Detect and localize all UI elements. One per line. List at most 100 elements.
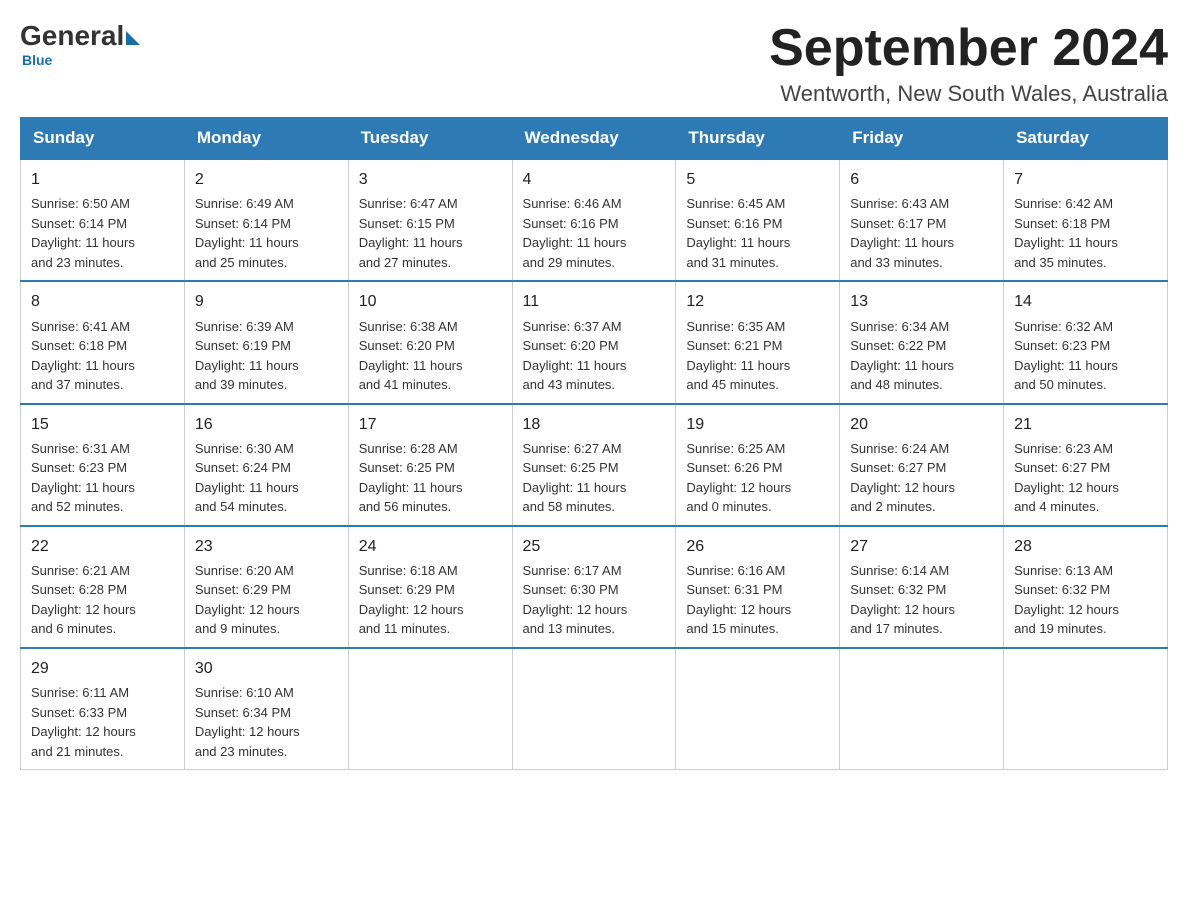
calendar-cell: 6 Sunrise: 6:43 AMSunset: 6:17 PMDaylight… xyxy=(840,159,1004,281)
calendar-cell: 20 Sunrise: 6:24 AMSunset: 6:27 PMDayligh… xyxy=(840,404,1004,526)
day-info: Sunrise: 6:24 AMSunset: 6:27 PMDaylight:… xyxy=(850,439,993,517)
day-info: Sunrise: 6:16 AMSunset: 6:31 PMDaylight:… xyxy=(686,561,829,639)
calendar-cell: 7 Sunrise: 6:42 AMSunset: 6:18 PMDaylight… xyxy=(1004,159,1168,281)
week-row-2: 8 Sunrise: 6:41 AMSunset: 6:18 PMDaylight… xyxy=(21,281,1168,403)
logo-blue-text: Blue xyxy=(22,52,52,68)
day-number: 17 xyxy=(359,413,502,436)
week-row-3: 15Sunrise: 6:31 AMSunset: 6:23 PMDayligh… xyxy=(21,404,1168,526)
calendar-header-sunday: Sunday xyxy=(21,118,185,160)
calendar-cell xyxy=(1004,648,1168,770)
calendar-cell: 17 Sunrise: 6:28 AMSunset: 6:25 PMDayligh… xyxy=(348,404,512,526)
week-row-5: 29 Sunrise: 6:11 AMSunset: 6:33 PMDayligh… xyxy=(21,648,1168,770)
day-number: 27 xyxy=(850,535,993,558)
day-info: Sunrise: 6:28 AMSunset: 6:25 PMDaylight:… xyxy=(359,439,502,517)
day-info: Sunrise: 6:27 AMSunset: 6:25 PMDaylight:… xyxy=(523,439,666,517)
calendar-cell: 14 Sunrise: 6:32 AMSunset: 6:23 PMDayligh… xyxy=(1004,281,1168,403)
calendar-cell: 23 Sunrise: 6:20 AMSunset: 6:29 PMDayligh… xyxy=(184,526,348,648)
calendar-header-row: SundayMondayTuesdayWednesdayThursdayFrid… xyxy=(21,118,1168,160)
calendar-cell: 13 Sunrise: 6:34 AMSunset: 6:22 PMDayligh… xyxy=(840,281,1004,403)
day-info: Sunrise: 6:13 AMSunset: 6:32 PMDaylight:… xyxy=(1014,561,1157,639)
day-number: 19 xyxy=(686,413,829,436)
calendar-cell xyxy=(676,648,840,770)
calendar-cell xyxy=(840,648,1004,770)
day-info: Sunrise: 6:10 AMSunset: 6:34 PMDaylight:… xyxy=(195,683,338,761)
calendar-cell: 3Sunrise: 6:47 AMSunset: 6:15 PMDaylight… xyxy=(348,159,512,281)
calendar-cell: 2Sunrise: 6:49 AMSunset: 6:14 PMDaylight… xyxy=(184,159,348,281)
calendar-cell: 4 Sunrise: 6:46 AMSunset: 6:16 PMDaylight… xyxy=(512,159,676,281)
day-number: 13 xyxy=(850,290,993,313)
day-number: 26 xyxy=(686,535,829,558)
day-info: Sunrise: 6:42 AMSunset: 6:18 PMDaylight:… xyxy=(1014,194,1157,272)
day-info: Sunrise: 6:46 AMSunset: 6:16 PMDaylight:… xyxy=(523,194,666,272)
day-number: 9 xyxy=(195,290,338,313)
calendar-cell: 11Sunrise: 6:37 AMSunset: 6:20 PMDayligh… xyxy=(512,281,676,403)
calendar-cell: 27 Sunrise: 6:14 AMSunset: 6:32 PMDayligh… xyxy=(840,526,1004,648)
day-number: 11 xyxy=(523,290,666,313)
day-number: 10 xyxy=(359,290,502,313)
calendar-cell: 30 Sunrise: 6:10 AMSunset: 6:34 PMDayligh… xyxy=(184,648,348,770)
logo: General Blue xyxy=(20,20,140,68)
location-title: Wentworth, New South Wales, Australia xyxy=(769,81,1168,107)
day-info: Sunrise: 6:47 AMSunset: 6:15 PMDaylight:… xyxy=(359,194,502,272)
calendar-header-tuesday: Tuesday xyxy=(348,118,512,160)
calendar-cell: 29 Sunrise: 6:11 AMSunset: 6:33 PMDayligh… xyxy=(21,648,185,770)
day-number: 18 xyxy=(523,413,666,436)
day-number: 25 xyxy=(523,535,666,558)
day-info: Sunrise: 6:17 AMSunset: 6:30 PMDaylight:… xyxy=(523,561,666,639)
calendar-cell: 22 Sunrise: 6:21 AMSunset: 6:28 PMDayligh… xyxy=(21,526,185,648)
day-info: Sunrise: 6:49 AMSunset: 6:14 PMDaylight:… xyxy=(195,194,338,272)
calendar-cell: 10 Sunrise: 6:38 AMSunset: 6:20 PMDayligh… xyxy=(348,281,512,403)
calendar-header-friday: Friday xyxy=(840,118,1004,160)
day-info: Sunrise: 6:23 AMSunset: 6:27 PMDaylight:… xyxy=(1014,439,1157,517)
calendar-cell: 16Sunrise: 6:30 AMSunset: 6:24 PMDayligh… xyxy=(184,404,348,526)
calendar-cell: 24Sunrise: 6:18 AMSunset: 6:29 PMDayligh… xyxy=(348,526,512,648)
day-number: 1 xyxy=(31,168,174,191)
calendar-header-monday: Monday xyxy=(184,118,348,160)
day-number: 30 xyxy=(195,657,338,680)
calendar-header-thursday: Thursday xyxy=(676,118,840,160)
day-info: Sunrise: 6:39 AMSunset: 6:19 PMDaylight:… xyxy=(195,317,338,395)
calendar-cell: 5Sunrise: 6:45 AMSunset: 6:16 PMDaylight… xyxy=(676,159,840,281)
day-info: Sunrise: 6:34 AMSunset: 6:22 PMDaylight:… xyxy=(850,317,993,395)
day-info: Sunrise: 6:21 AMSunset: 6:28 PMDaylight:… xyxy=(31,561,174,639)
day-info: Sunrise: 6:20 AMSunset: 6:29 PMDaylight:… xyxy=(195,561,338,639)
month-title: September 2024 xyxy=(769,20,1168,77)
calendar-cell: 8 Sunrise: 6:41 AMSunset: 6:18 PMDaylight… xyxy=(21,281,185,403)
week-row-4: 22 Sunrise: 6:21 AMSunset: 6:28 PMDayligh… xyxy=(21,526,1168,648)
day-number: 22 xyxy=(31,535,174,558)
day-info: Sunrise: 6:31 AMSunset: 6:23 PMDaylight:… xyxy=(31,439,174,517)
title-section: September 2024 Wentworth, New South Wale… xyxy=(769,20,1168,107)
day-number: 5 xyxy=(686,168,829,191)
day-info: Sunrise: 6:14 AMSunset: 6:32 PMDaylight:… xyxy=(850,561,993,639)
day-number: 4 xyxy=(523,168,666,191)
day-info: Sunrise: 6:41 AMSunset: 6:18 PMDaylight:… xyxy=(31,317,174,395)
day-number: 23 xyxy=(195,535,338,558)
day-number: 6 xyxy=(850,168,993,191)
calendar-header-saturday: Saturday xyxy=(1004,118,1168,160)
day-info: Sunrise: 6:50 AMSunset: 6:14 PMDaylight:… xyxy=(31,194,174,272)
calendar-cell: 26 Sunrise: 6:16 AMSunset: 6:31 PMDayligh… xyxy=(676,526,840,648)
calendar-cell xyxy=(348,648,512,770)
calendar-cell xyxy=(512,648,676,770)
day-number: 7 xyxy=(1014,168,1157,191)
calendar-table: SundayMondayTuesdayWednesdayThursdayFrid… xyxy=(20,117,1168,770)
page-header: General Blue September 2024 Wentworth, N… xyxy=(20,20,1168,107)
day-number: 21 xyxy=(1014,413,1157,436)
day-info: Sunrise: 6:38 AMSunset: 6:20 PMDaylight:… xyxy=(359,317,502,395)
day-info: Sunrise: 6:11 AMSunset: 6:33 PMDaylight:… xyxy=(31,683,174,761)
day-info: Sunrise: 6:18 AMSunset: 6:29 PMDaylight:… xyxy=(359,561,502,639)
calendar-cell: 1 Sunrise: 6:50 AMSunset: 6:14 PMDaylight… xyxy=(21,159,185,281)
day-number: 14 xyxy=(1014,290,1157,313)
calendar-cell: 18 Sunrise: 6:27 AMSunset: 6:25 PMDayligh… xyxy=(512,404,676,526)
day-info: Sunrise: 6:43 AMSunset: 6:17 PMDaylight:… xyxy=(850,194,993,272)
day-info: Sunrise: 6:32 AMSunset: 6:23 PMDaylight:… xyxy=(1014,317,1157,395)
day-info: Sunrise: 6:35 AMSunset: 6:21 PMDaylight:… xyxy=(686,317,829,395)
day-number: 8 xyxy=(31,290,174,313)
calendar-cell: 19 Sunrise: 6:25 AMSunset: 6:26 PMDayligh… xyxy=(676,404,840,526)
day-info: Sunrise: 6:30 AMSunset: 6:24 PMDaylight:… xyxy=(195,439,338,517)
day-number: 29 xyxy=(31,657,174,680)
day-number: 20 xyxy=(850,413,993,436)
calendar-cell: 12Sunrise: 6:35 AMSunset: 6:21 PMDayligh… xyxy=(676,281,840,403)
day-info: Sunrise: 6:25 AMSunset: 6:26 PMDaylight:… xyxy=(686,439,829,517)
calendar-cell: 21 Sunrise: 6:23 AMSunset: 6:27 PMDayligh… xyxy=(1004,404,1168,526)
